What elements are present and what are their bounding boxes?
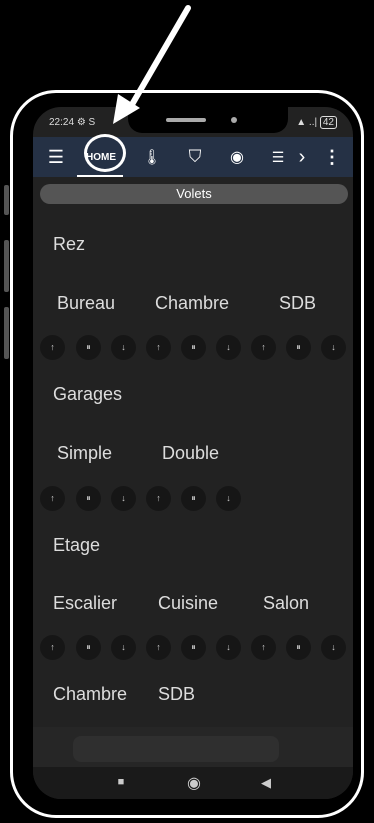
group-title-rez: Rez bbox=[53, 234, 86, 254]
room-label-salon: Salon bbox=[263, 593, 310, 613]
battery-icon: 42 bbox=[319, 116, 337, 129]
down-button[interactable]: ↓ bbox=[216, 486, 241, 511]
status-icons: ▲ ..| 42 bbox=[296, 116, 337, 129]
section-header-volets: Volets bbox=[40, 184, 348, 204]
volets-content: Volets Rez Bureau Chambre SDB ↑ ⏸ ↓ ↑ ⏸ … bbox=[33, 181, 353, 726]
room-label-double: Double bbox=[162, 443, 220, 463]
room-label-sdb-etage: SDB bbox=[158, 684, 196, 704]
down-button[interactable]: ↓ bbox=[111, 335, 136, 360]
bottom-toolbar-pill[interactable] bbox=[73, 736, 279, 762]
down-button[interactable]: ↓ bbox=[321, 635, 346, 660]
down-button[interactable]: ↓ bbox=[216, 335, 241, 360]
phone-screen: 22:24 ⚙ S ▲ ..| 42 ☰ HOME 🌡 ⛉ ◉ ☰ › ⋮ Vo… bbox=[33, 107, 353, 799]
down-button[interactable]: ↓ bbox=[111, 486, 136, 511]
android-nav-bar: ■ ◉ ◀ bbox=[33, 767, 353, 799]
room-label-bureau: Bureau bbox=[57, 293, 116, 313]
home-highlight-circle bbox=[84, 134, 126, 172]
up-button[interactable]: ↑ bbox=[40, 486, 65, 511]
group-title-etage: Etage bbox=[53, 535, 101, 555]
overflow-menu-icon[interactable]: ⋮ bbox=[323, 145, 341, 169]
pause-button[interactable]: ⏸ bbox=[286, 335, 311, 360]
phone-side-button bbox=[4, 185, 9, 215]
pause-button[interactable]: ⏸ bbox=[76, 335, 101, 360]
status-time: 22:24 ⚙ S bbox=[49, 117, 96, 128]
menu-icon[interactable]: ☰ bbox=[45, 145, 67, 169]
phone-volume-down bbox=[4, 307, 9, 359]
pause-button[interactable]: ⏸ bbox=[76, 486, 101, 511]
room-label-sdb: SDB bbox=[279, 293, 317, 313]
up-button[interactable]: ↑ bbox=[146, 486, 171, 511]
chevron-right-icon[interactable]: › bbox=[293, 145, 311, 169]
room-label-simple: Simple bbox=[57, 443, 113, 463]
up-button[interactable]: ↑ bbox=[40, 635, 65, 660]
thermometer-icon[interactable]: 🌡 bbox=[141, 145, 163, 169]
recent-apps-icon[interactable]: ■ bbox=[111, 776, 131, 788]
group-title-garages: Garages bbox=[53, 384, 123, 404]
bottom-toolbar bbox=[33, 727, 353, 767]
down-button[interactable]: ↓ bbox=[216, 635, 241, 660]
home-circle-icon[interactable]: ◉ bbox=[184, 773, 204, 793]
top-toolbar: ☰ HOME 🌡 ⛉ ◉ ☰ › ⋮ bbox=[33, 137, 353, 177]
back-icon[interactable]: ◀ bbox=[256, 775, 276, 791]
up-button[interactable]: ↑ bbox=[251, 635, 276, 660]
up-button[interactable]: ↑ bbox=[40, 335, 65, 360]
pause-button[interactable]: ⏸ bbox=[76, 635, 101, 660]
pause-button[interactable]: ⏸ bbox=[181, 335, 206, 360]
up-button[interactable]: ↑ bbox=[146, 635, 171, 660]
shield-icon[interactable]: ⛉ bbox=[183, 145, 207, 169]
tab-home-indicator bbox=[77, 175, 123, 177]
down-button[interactable]: ↓ bbox=[321, 335, 346, 360]
pause-button[interactable]: ⏸ bbox=[286, 635, 311, 660]
up-button[interactable]: ↑ bbox=[146, 335, 171, 360]
pause-button[interactable]: ⏸ bbox=[181, 635, 206, 660]
down-button[interactable]: ↓ bbox=[111, 635, 136, 660]
room-label-cuisine: Cuisine bbox=[158, 593, 219, 613]
camera-icon[interactable]: ◉ bbox=[225, 145, 249, 169]
phone-volume-up bbox=[4, 240, 9, 292]
room-label-escalier: Escalier bbox=[53, 593, 118, 613]
camera-notch bbox=[128, 107, 288, 133]
up-button[interactable]: ↑ bbox=[251, 335, 276, 360]
room-label-chambre-etage: Chambre bbox=[53, 684, 128, 704]
room-label-chambre: Chambre bbox=[155, 293, 230, 313]
pause-button[interactable]: ⏸ bbox=[181, 486, 206, 511]
list-icon[interactable]: ☰ bbox=[267, 145, 289, 169]
